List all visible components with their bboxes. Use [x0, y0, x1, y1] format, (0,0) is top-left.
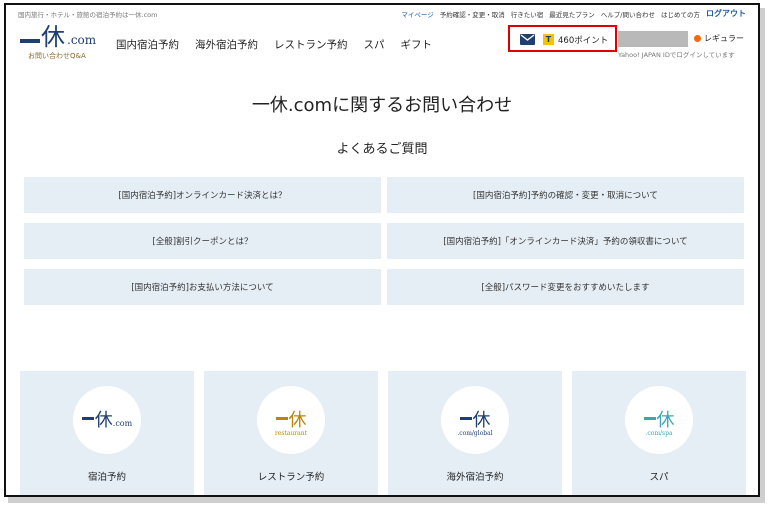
rank-icon [694, 35, 701, 42]
top-utility-bar: 国内旅行・ホテル・旅館の宿泊予約は一休.com マイページ 予約確認・変更・取消… [6, 5, 758, 19]
category-label: レストラン予約 [257, 472, 325, 483]
nav-gift[interactable]: ギフト [401, 37, 433, 52]
tpoint-icon: T [543, 34, 554, 45]
member-rank[interactable]: レギュラー [694, 33, 744, 44]
faq-item[interactable]: [全般]割引クーポンとは？ [24, 223, 381, 259]
link-recently-viewed[interactable]: 最近見たプラン [549, 9, 595, 19]
restaurant-logo-sub: restaurant [274, 430, 308, 437]
link-mypage[interactable]: マイページ [401, 9, 433, 19]
restaurant-logo-mark: 休 [288, 410, 307, 431]
logo-domain: .com [67, 33, 97, 47]
faq-item[interactable]: [全般]パスワード変更をおすすめいたします [387, 269, 744, 305]
redacted-username [618, 31, 688, 47]
category-card-overseas[interactable]: 休 .com/global 海外宿泊予約 [388, 371, 562, 495]
category-card-spa[interactable]: 休 .com/spa スパ [572, 371, 746, 495]
faq-heading: よくあるご質問 [336, 142, 428, 157]
overseas-logo-mark: 休 [472, 410, 491, 431]
category-cards: 休.com 宿泊予約 休 restaurant レストラン予約 休 .com/g… [20, 371, 748, 495]
login-note: Yahoo! JAPAN IDでログインしています [618, 51, 735, 59]
category-card-stay[interactable]: 休.com 宿泊予約 [20, 371, 194, 495]
main-nav: 国内宿泊予約 海外宿泊予約 レストラン予約 スパ ギフト [116, 37, 432, 52]
category-card-restaurant[interactable]: 休 restaurant レストラン予約 [204, 371, 378, 495]
page-title: 一休.comに関するお問い合わせ [251, 95, 513, 116]
logo-bar-mark [20, 39, 40, 43]
frame-shadow-right [760, 8, 765, 503]
nav-overseas[interactable]: 海外宿泊予約 [195, 37, 258, 52]
nav-spa[interactable]: スパ [364, 37, 385, 52]
overseas-logo-sub: .com/global [457, 430, 493, 437]
stay-logo-mark: 休 [94, 410, 113, 431]
spa-logo-sub: .com/spa [645, 430, 673, 437]
nav-domestic[interactable]: 国内宿泊予約 [116, 37, 179, 52]
stay-logo-sub: .com [112, 419, 133, 428]
restaurant-logo-icon: 休 restaurant [257, 386, 325, 454]
logo-kanji: 休 [41, 23, 65, 51]
category-label: スパ [649, 472, 669, 483]
link-wishlist[interactable]: 行きたい宿 [511, 9, 544, 19]
overseas-logo-icon: 休 .com/global [441, 386, 509, 454]
site-tagline: 国内旅行・ホテル・旅館の宿泊予約は一休.com [18, 11, 158, 19]
faq-item[interactable]: [国内宿泊予約]お支払い方法について [24, 269, 381, 305]
spa-logo-mark: 休 [656, 410, 675, 431]
category-label: 海外宿泊予約 [446, 472, 504, 483]
nav-restaurant[interactable]: レストラン予約 [274, 37, 348, 52]
stay-logo-icon: 休.com [73, 386, 141, 454]
mail-icon[interactable] [520, 34, 535, 45]
category-label: 宿泊予約 [87, 472, 126, 483]
top-links: マイページ 予約確認・変更・取消 行きたい宿 最近見たプラン ヘルプ/問い合わせ… [401, 8, 746, 19]
logo-subtitle: お問い合わせQ&A [28, 52, 86, 60]
browser-frame: 国内旅行・ホテル・旅館の宿泊予約は一休.com マイページ 予約確認・変更・取消… [4, 3, 760, 497]
points-balance[interactable]: 460ポイント [558, 34, 608, 46]
faq-item[interactable]: [国内宿泊予約]「オンラインカード決済」予約の領収書について [387, 223, 744, 259]
link-help[interactable]: ヘルプ/問い合わせ [601, 9, 655, 19]
points-highlight-box: T 460ポイント [508, 25, 617, 52]
site-logo[interactable]: 休 .com お問い合わせQ&A [20, 25, 96, 61]
faq-item[interactable]: [国内宿泊予約]オンラインカード決済とは？ [24, 177, 381, 213]
member-rank-label: レギュラー [704, 34, 744, 43]
frame-shadow-bottom [8, 497, 762, 503]
spa-logo-icon: 休 .com/spa [625, 386, 693, 454]
faq-item[interactable]: [国内宿泊予約]予約の確認・変更・取消について [387, 177, 744, 213]
link-reservation-manage[interactable]: 予約確認・変更・取消 [440, 9, 505, 19]
faq-grid: [国内宿泊予約]オンラインカード決済とは？ [国内宿泊予約]予約の確認・変更・取… [24, 177, 744, 305]
link-first-time[interactable]: はじめての方 [661, 9, 700, 19]
logout-link[interactable]: ログアウト [706, 8, 746, 19]
